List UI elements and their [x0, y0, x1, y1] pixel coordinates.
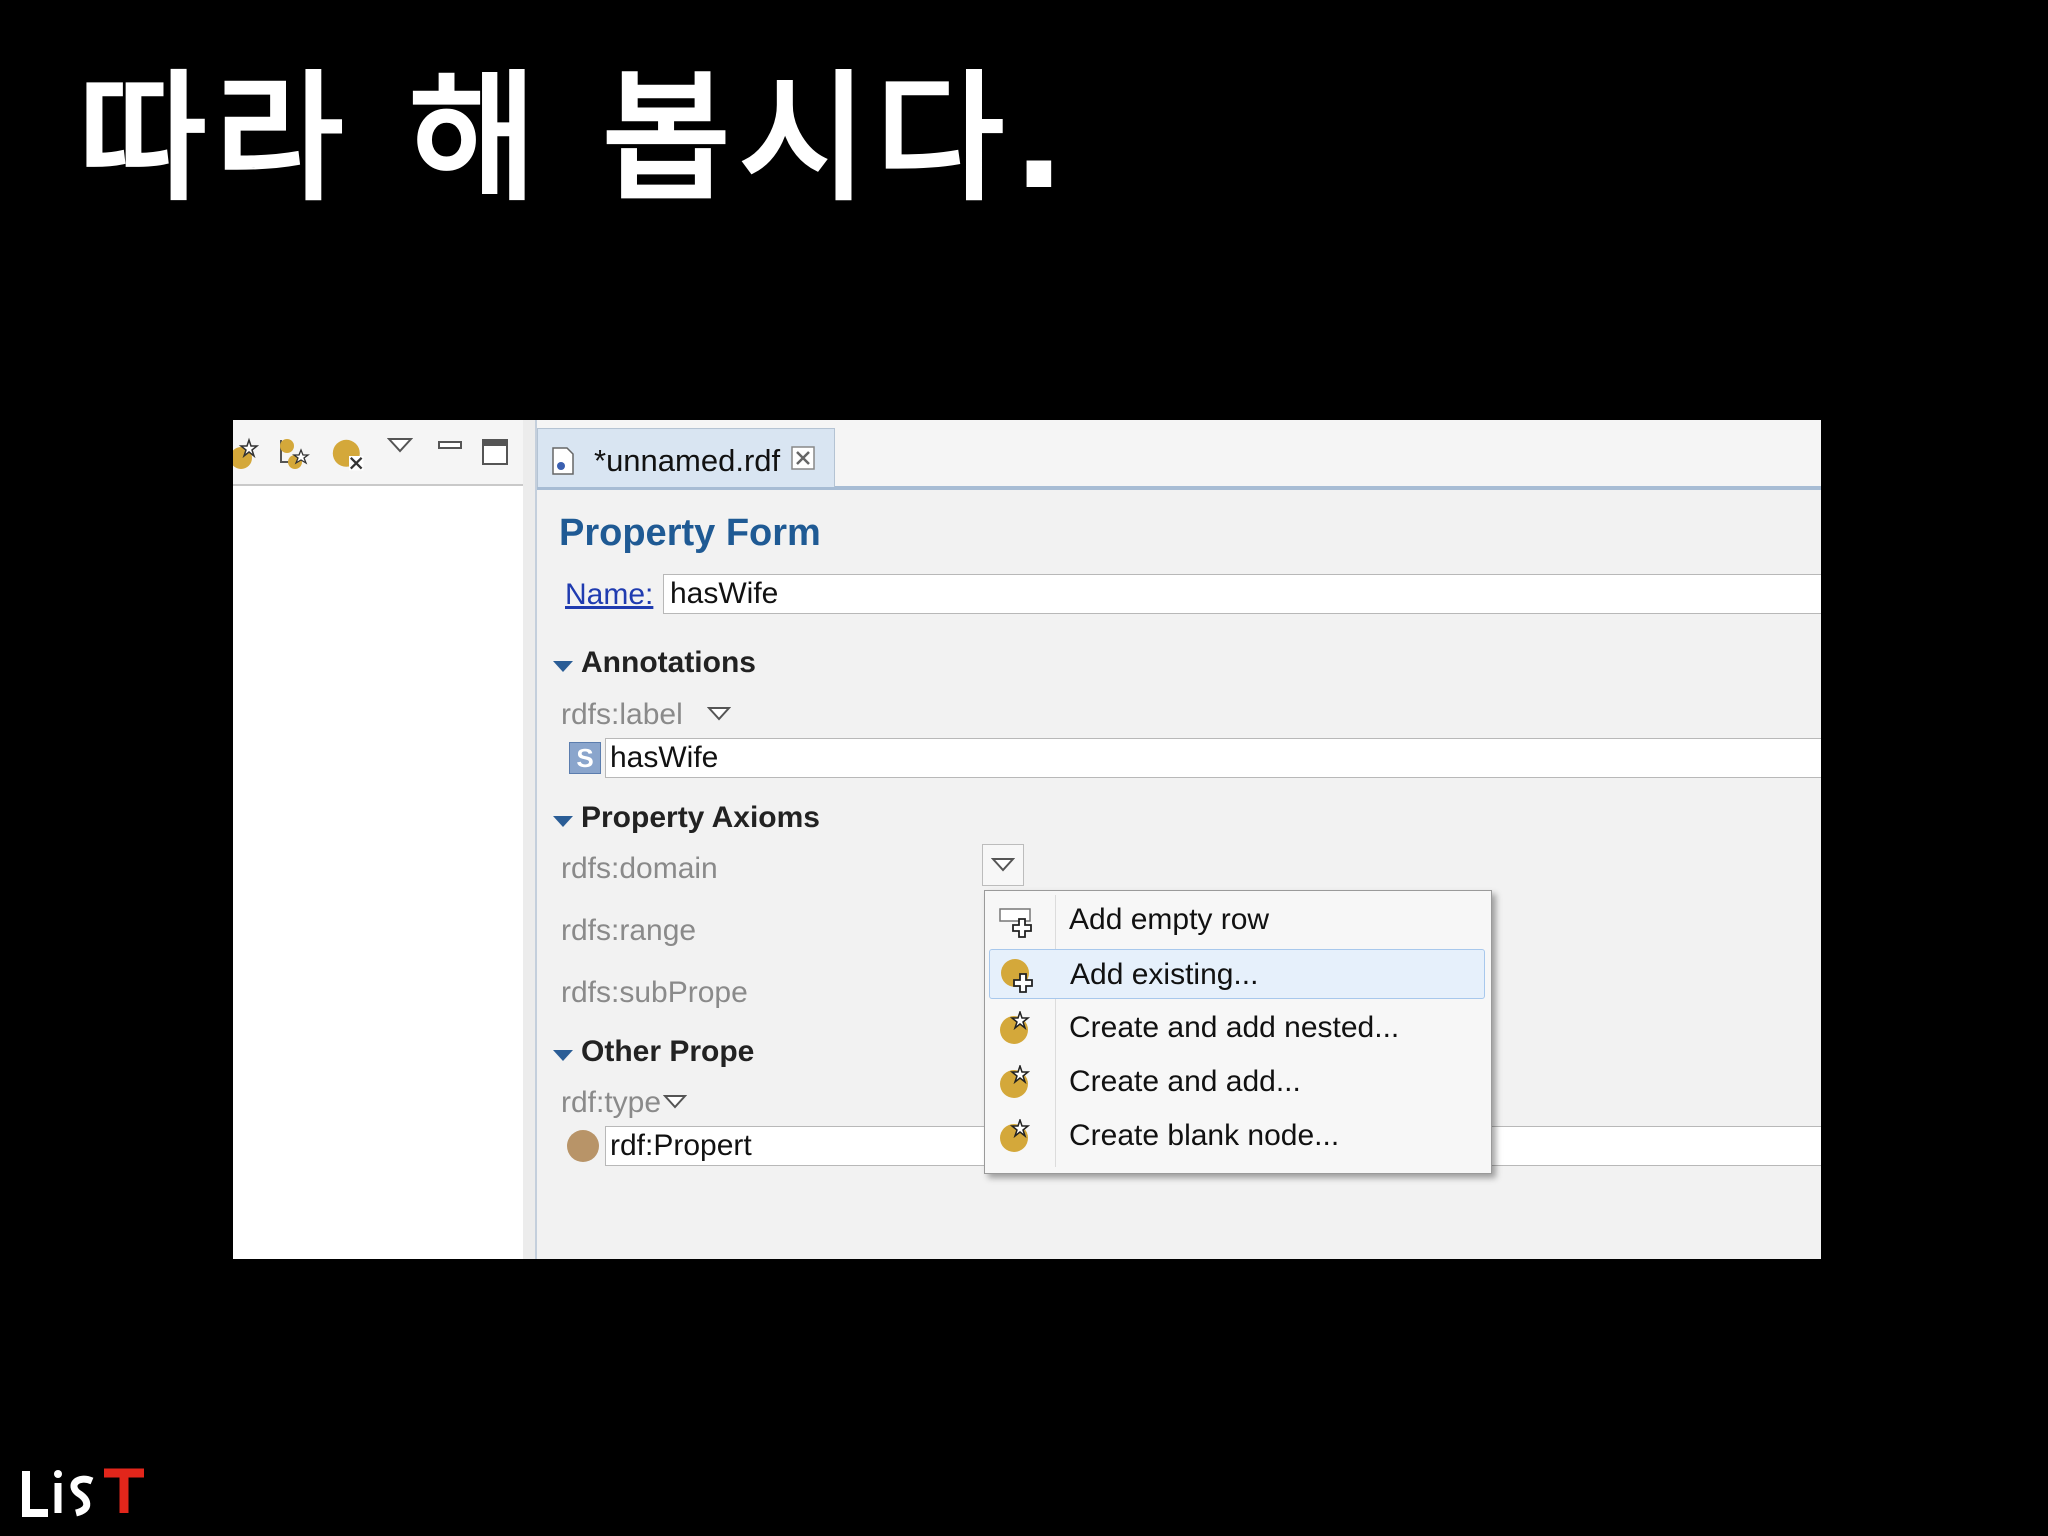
section-other-properties: Other Prope: [581, 1035, 755, 1068]
rdf-type-property: rdf:type: [561, 1086, 662, 1119]
add-existing-icon: [1001, 959, 1033, 993]
tab-unnamed-rdf[interactable]: *unnamed.rdf: [537, 428, 835, 487]
list-logo: [22, 1468, 144, 1517]
resource-dot-icon: [567, 1130, 599, 1162]
menu-item-label: Add empty row: [1069, 903, 1270, 936]
app-screenshot: *unnamed.rdf Property Form Name: hasWife…: [233, 420, 1821, 1259]
rdfs-range-property: rdfs:range: [561, 914, 697, 947]
tab-label: *unnamed.rdf: [594, 443, 781, 478]
domain-dropdown-icon: [991, 858, 1015, 872]
section-property-axioms: Property Axioms: [581, 801, 820, 834]
editor-tabbar: *unnamed.rdf: [537, 420, 1821, 490]
left-toolbar: [233, 420, 523, 486]
blank-node-icon: [1000, 1119, 1031, 1152]
name-link[interactable]: Name:: [565, 578, 653, 612]
maximize-icon[interactable]: [481, 438, 509, 466]
menu-item-add-empty-row[interactable]: Add empty row: [989, 895, 1485, 945]
menu-item-label: Create and add nested...: [1069, 1011, 1400, 1044]
delete-icon[interactable]: [331, 438, 367, 474]
collapse-annotations-icon[interactable]: [553, 661, 573, 672]
form-title: Property Form: [559, 512, 821, 554]
section-annotations: Annotations: [581, 646, 756, 679]
menu-item-label: Create blank node...: [1069, 1119, 1340, 1152]
menu-item-create-blank-node[interactable]: Create blank node...: [989, 1111, 1485, 1161]
property-editor: *unnamed.rdf Property Form Name: hasWife…: [537, 420, 1821, 1259]
new-star-icon[interactable]: [233, 436, 263, 472]
view-menu-icon[interactable]: [387, 436, 413, 454]
add-row-icon: [999, 908, 1032, 938]
left-panel: [233, 420, 524, 1259]
rdfs-label-property: rdfs:label: [561, 698, 683, 731]
create-add-icon: [1000, 1065, 1031, 1098]
slide-title: 따라 해 봅시다.: [78, 58, 1074, 221]
menu-item-add-existing[interactable]: Add existing...: [989, 949, 1485, 999]
minimize-icon[interactable]: [437, 438, 463, 452]
menu-item-label: Create and add...: [1069, 1065, 1301, 1098]
panel-splitter[interactable]: [523, 420, 537, 1259]
rdfs-subproperty-property: rdfs:subPrope: [561, 976, 748, 1009]
create-nested-icon: [1000, 1011, 1031, 1044]
rdf-file-icon: [552, 447, 574, 475]
menu-item-label: Add existing...: [1070, 958, 1259, 991]
rdfs-label-field[interactable]: hasWife: [605, 738, 1821, 778]
collapse-other-icon[interactable]: [553, 1050, 573, 1061]
domain-context-menu: Add empty row Add existing... Create and…: [984, 890, 1492, 1174]
type-dropdown-icon[interactable]: [663, 1094, 687, 1110]
label-dropdown-icon[interactable]: [707, 706, 731, 722]
new-subclass-icon[interactable]: [275, 436, 311, 472]
string-type-badge: S: [569, 742, 601, 774]
rdfs-domain-property: rdfs:domain: [561, 852, 718, 885]
menu-item-create-nested[interactable]: Create and add nested...: [989, 1003, 1485, 1053]
menu-item-create-add[interactable]: Create and add...: [989, 1057, 1485, 1107]
name-field[interactable]: hasWife: [663, 574, 1821, 614]
collapse-axioms-icon[interactable]: [553, 816, 573, 827]
close-icon[interactable]: [790, 445, 816, 471]
domain-dropdown-button[interactable]: [982, 844, 1024, 886]
